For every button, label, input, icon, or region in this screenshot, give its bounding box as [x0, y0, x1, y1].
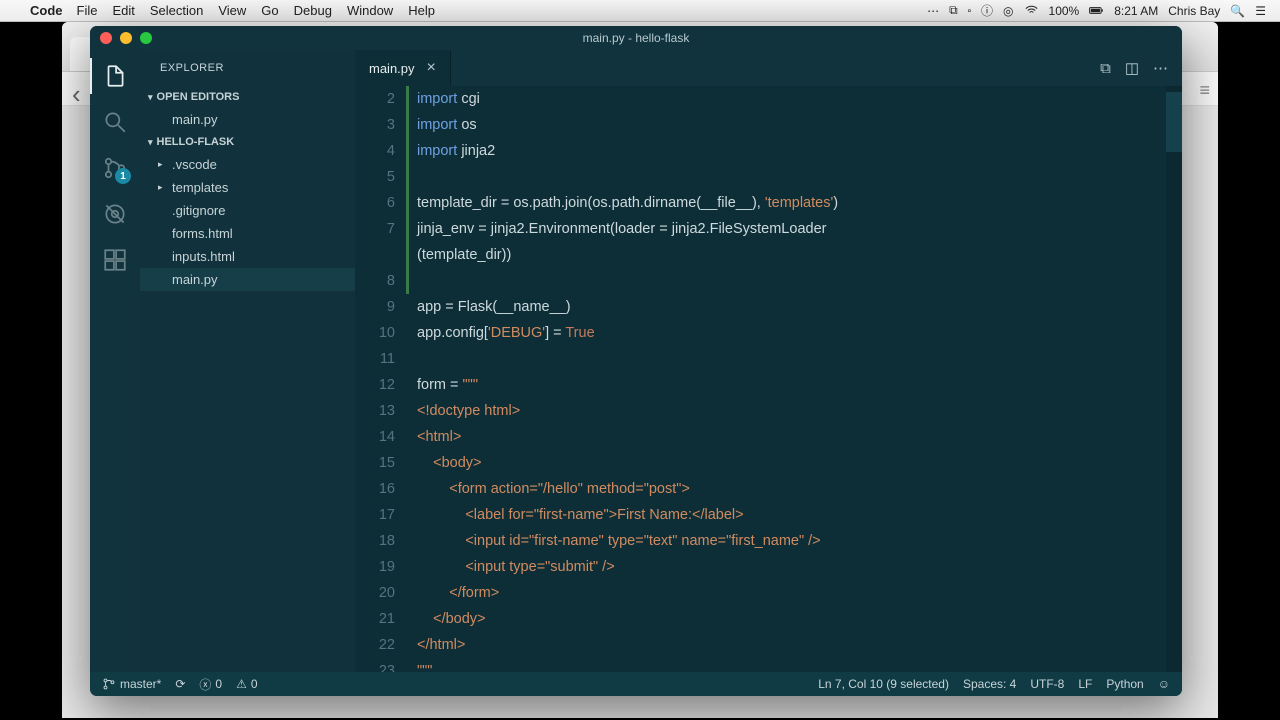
dropbox-icon[interactable]: ⬞: [968, 3, 971, 18]
tree-file[interactable]: inputs.html: [140, 245, 355, 268]
vscode-window: main.py - hello-flask 1 EXPLORER: [90, 26, 1182, 696]
macos-menubar: Code File Edit Selection View Go Debug Window H…: [0, 0, 1280, 22]
open-editors-section[interactable]: OPEN EDITORS: [140, 86, 355, 108]
warnings-count[interactable]: ⚠ 0: [236, 677, 257, 691]
status-bar: master* ⟳ ⓧ 0 ⚠ 0 Ln 7, Col 10 (9 select…: [90, 672, 1182, 696]
hamburger-icon[interactable]: ≡: [1199, 80, 1210, 101]
sidebar-title: EXPLORER: [140, 50, 355, 86]
menu-window[interactable]: Window: [347, 3, 393, 18]
code-content[interactable]: import cgiimport osimport jinja2template…: [411, 86, 1182, 672]
user-name[interactable]: Chris Bay: [1168, 4, 1220, 18]
clock[interactable]: 8:21 AM: [1114, 4, 1158, 18]
code-editor[interactable]: 234567891011121314151617181920212223 imp…: [355, 86, 1182, 672]
menu-selection[interactable]: Selection: [150, 3, 203, 18]
close-tab-icon[interactable]: ×: [427, 59, 436, 77]
window-title: main.py - hello-flask: [90, 31, 1182, 45]
editor-tab[interactable]: main.py ×: [355, 50, 451, 86]
feedback-icon[interactable]: ☺: [1158, 677, 1170, 691]
tree-file[interactable]: .gitignore: [140, 199, 355, 222]
editor-tabbar: main.py × ⧉ ◫ ⋯: [355, 50, 1182, 86]
tree-folder[interactable]: .vscode: [140, 153, 355, 176]
split-editor-icon[interactable]: ◫: [1125, 59, 1139, 77]
git-branch[interactable]: master*: [102, 677, 161, 691]
scm-badge: 1: [115, 168, 131, 184]
indentation[interactable]: Spaces: 4: [963, 677, 1016, 691]
explorer-view-icon[interactable]: [101, 62, 129, 90]
language-mode[interactable]: Python: [1106, 677, 1143, 691]
menu-edit[interactable]: Edit: [112, 3, 134, 18]
scm-view-icon[interactable]: 1: [101, 154, 129, 182]
screencap-icon[interactable]: ⧉: [949, 3, 958, 18]
spotlight-icon[interactable]: 🔍: [1230, 4, 1245, 18]
wifi-icon[interactable]: [1024, 3, 1039, 18]
airplay-icon[interactable]: ◎: [1003, 4, 1013, 18]
minimap[interactable]: [1166, 86, 1182, 672]
folder-section[interactable]: HELLO-FLASK: [140, 131, 355, 153]
activity-bar: 1: [90, 50, 140, 672]
eol[interactable]: LF: [1078, 677, 1092, 691]
menu-view[interactable]: View: [218, 3, 246, 18]
tree-file[interactable]: forms.html: [140, 222, 355, 245]
menu-debug[interactable]: Debug: [294, 3, 332, 18]
compare-icon[interactable]: ⧉: [1100, 60, 1111, 77]
cursor-position[interactable]: Ln 7, Col 10 (9 selected): [818, 677, 949, 691]
line-gutter: 234567891011121314151617181920212223: [355, 86, 411, 672]
battery-icon[interactable]: [1089, 3, 1104, 18]
extensions-view-icon[interactable]: [101, 246, 129, 274]
app-name[interactable]: Code: [30, 3, 63, 18]
sync-icon[interactable]: ⟳: [175, 677, 185, 691]
menu-help[interactable]: Help: [408, 3, 435, 18]
menu-go[interactable]: Go: [261, 3, 278, 18]
tree-folder[interactable]: templates: [140, 176, 355, 199]
tab-label: main.py: [369, 61, 415, 76]
menuextra-dots-icon[interactable]: ⋯: [927, 4, 939, 18]
search-view-icon[interactable]: [101, 108, 129, 136]
info-icon[interactable]: ⓘ: [981, 2, 993, 19]
debug-view-icon[interactable]: [101, 200, 129, 228]
menu-icon[interactable]: ☰: [1255, 4, 1266, 18]
menubar-right: ⋯ ⧉ ⬞ ⓘ ◎ 100% 8:21 AM Chris Bay 🔍 ☰: [927, 2, 1280, 19]
titlebar[interactable]: main.py - hello-flask: [90, 26, 1182, 50]
errors-count[interactable]: ⓧ 0: [199, 676, 222, 693]
more-actions-icon[interactable]: ⋯: [1153, 59, 1168, 77]
editor-area: main.py × ⧉ ◫ ⋯ 234567891011121314151617…: [355, 50, 1182, 672]
sidebar: EXPLORER OPEN EDITORS main.py HELLO-FLAS…: [140, 50, 355, 672]
tree-file[interactable]: main.py: [140, 268, 355, 291]
encoding[interactable]: UTF-8: [1030, 677, 1064, 691]
open-editor-item[interactable]: main.py: [140, 108, 355, 131]
battery-level[interactable]: 100%: [1049, 4, 1080, 18]
back-icon[interactable]: [72, 79, 92, 99]
menu-file[interactable]: File: [77, 3, 98, 18]
